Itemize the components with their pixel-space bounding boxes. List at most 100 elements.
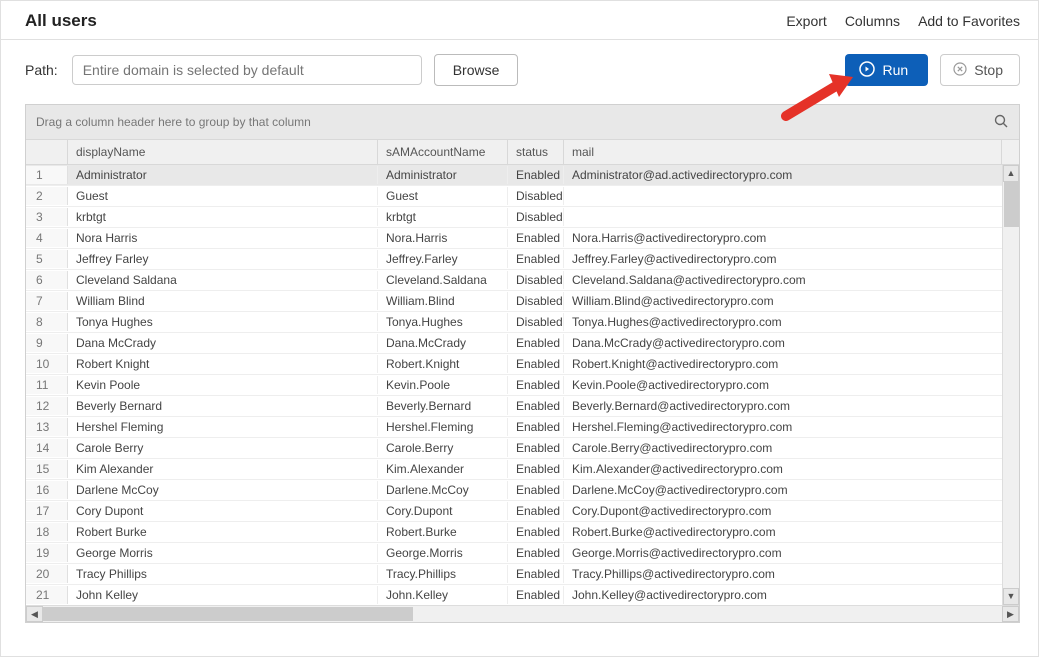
cell-displayname: Guest	[68, 187, 378, 205]
table-row[interactable]: 14Carole BerryCarole.BerryEnabledCarole.…	[26, 438, 1019, 459]
horizontal-scroll-thumb[interactable]	[43, 607, 413, 621]
cell-samaccountname: Kim.Alexander	[378, 460, 508, 478]
scroll-down-button[interactable]: ▼	[1003, 588, 1019, 605]
cell-displayname: Jeffrey Farley	[68, 250, 378, 268]
row-number: 20	[26, 565, 68, 583]
cell-displayname: Administrator	[68, 166, 378, 184]
export-link[interactable]: Export	[786, 13, 826, 29]
table-row[interactable]: 3krbtgtkrbtgtDisabled	[26, 207, 1019, 228]
row-number: 6	[26, 271, 68, 289]
cell-displayname: Kevin Poole	[68, 376, 378, 394]
cell-mail: Kevin.Poole@activedirectorypro.com	[564, 376, 1019, 394]
table-row[interactable]: 15Kim AlexanderKim.AlexanderEnabledKim.A…	[26, 459, 1019, 480]
table-row[interactable]: 2GuestGuestDisabled	[26, 186, 1019, 207]
cell-samaccountname: Nora.Harris	[378, 229, 508, 247]
table-row[interactable]: 10Robert KnightRobert.KnightEnabledRober…	[26, 354, 1019, 375]
col-header-status[interactable]: status	[508, 140, 564, 164]
cell-samaccountname: krbtgt	[378, 208, 508, 226]
cell-samaccountname: Jeffrey.Farley	[378, 250, 508, 268]
cell-mail: John.Kelley@activedirectorypro.com	[564, 586, 1019, 604]
triangle-left-icon: ◀	[31, 610, 38, 619]
cell-status: Enabled	[508, 355, 564, 373]
table-row[interactable]: 12Beverly BernardBeverly.BernardEnabledB…	[26, 396, 1019, 417]
cell-status: Enabled	[508, 418, 564, 436]
table-row[interactable]: 20Tracy PhillipsTracy.PhillipsEnabledTra…	[26, 564, 1019, 585]
add-favorites-link[interactable]: Add to Favorites	[918, 13, 1020, 29]
row-number: 12	[26, 397, 68, 415]
cell-samaccountname: George.Morris	[378, 544, 508, 562]
cell-samaccountname: Administrator	[378, 166, 508, 184]
row-number: 11	[26, 376, 68, 394]
cell-status: Disabled	[508, 271, 564, 289]
table-row[interactable]: 19George MorrisGeorge.MorrisEnabledGeorg…	[26, 543, 1019, 564]
vertical-scrollbar[interactable]: ▲ ▼	[1002, 165, 1019, 605]
col-header-displayname[interactable]: displayName	[68, 140, 378, 164]
row-number: 17	[26, 502, 68, 520]
cell-status: Disabled	[508, 313, 564, 331]
browse-button[interactable]: Browse	[434, 54, 519, 86]
cell-mail: Dana.McCrady@activedirectorypro.com	[564, 334, 1019, 352]
cell-samaccountname: Cleveland.Saldana	[378, 271, 508, 289]
cell-mail	[564, 215, 1019, 219]
path-label: Path:	[25, 62, 58, 78]
cell-displayname: Carole Berry	[68, 439, 378, 457]
cell-samaccountname: John.Kelley	[378, 586, 508, 604]
col-header-mail[interactable]: mail	[564, 140, 1002, 164]
cell-mail	[564, 194, 1019, 198]
run-button[interactable]: Run	[845, 54, 929, 86]
row-number: 7	[26, 292, 68, 310]
col-header-rownum[interactable]	[26, 140, 68, 164]
row-number: 16	[26, 481, 68, 499]
cell-mail: Nora.Harris@activedirectorypro.com	[564, 229, 1019, 247]
horizontal-scrollbar[interactable]: ◀ ▶	[26, 605, 1019, 622]
scroll-up-button[interactable]: ▲	[1003, 165, 1019, 182]
cell-displayname: Cory Dupont	[68, 502, 378, 520]
cell-samaccountname: Beverly.Bernard	[378, 397, 508, 415]
cell-samaccountname: Kevin.Poole	[378, 376, 508, 394]
cell-displayname: John Kelley	[68, 586, 378, 604]
group-by-bar[interactable]: Drag a column header here to group by th…	[26, 105, 1019, 139]
vertical-scroll-thumb[interactable]	[1004, 182, 1019, 227]
triangle-down-icon: ▼	[1007, 592, 1016, 601]
row-number: 3	[26, 208, 68, 226]
stop-button[interactable]: Stop	[940, 54, 1020, 86]
cell-samaccountname: Cory.Dupont	[378, 502, 508, 520]
row-number: 13	[26, 418, 68, 436]
col-header-scroll-gutter	[1002, 140, 1019, 164]
scroll-right-button[interactable]: ▶	[1002, 606, 1019, 622]
table-row[interactable]: 11Kevin PooleKevin.PooleEnabledKevin.Poo…	[26, 375, 1019, 396]
stop-label: Stop	[974, 62, 1003, 78]
cell-status: Enabled	[508, 376, 564, 394]
table-row[interactable]: 8Tonya HughesTonya.HughesDisabledTonya.H…	[26, 312, 1019, 333]
table-row[interactable]: 16Darlene McCoyDarlene.McCoyEnabledDarle…	[26, 480, 1019, 501]
cell-status: Enabled	[508, 439, 564, 457]
table-row[interactable]: 13Hershel FlemingHershel.FlemingEnabledH…	[26, 417, 1019, 438]
table-row[interactable]: 9Dana McCradyDana.McCradyEnabledDana.McC…	[26, 333, 1019, 354]
cell-displayname: Nora Harris	[68, 229, 378, 247]
cell-samaccountname: William.Blind	[378, 292, 508, 310]
table-row[interactable]: 17Cory DupontCory.DupontEnabledCory.Dupo…	[26, 501, 1019, 522]
cell-status: Enabled	[508, 544, 564, 562]
table-row[interactable]: 1AdministratorAdministratorEnabledAdmini…	[26, 165, 1019, 186]
path-input[interactable]	[72, 55, 422, 85]
cell-status: Disabled	[508, 187, 564, 205]
table-row[interactable]: 18Robert BurkeRobert.BurkeEnabledRobert.…	[26, 522, 1019, 543]
col-header-samaccountname[interactable]: sAMAccountName	[378, 140, 508, 164]
table-row[interactable]: 7William BlindWilliam.BlindDisabledWilli…	[26, 291, 1019, 312]
search-icon[interactable]	[993, 113, 1009, 132]
stop-circle-icon	[953, 62, 967, 79]
table-row[interactable]: 5Jeffrey FarleyJeffrey.FarleyEnabledJeff…	[26, 249, 1019, 270]
cell-samaccountname: Hershel.Fleming	[378, 418, 508, 436]
cell-status: Enabled	[508, 481, 564, 499]
table-row[interactable]: 4Nora HarrisNora.HarrisEnabledNora.Harri…	[26, 228, 1019, 249]
cell-mail: Jeffrey.Farley@activedirectorypro.com	[564, 250, 1019, 268]
columns-link[interactable]: Columns	[845, 13, 900, 29]
table-row[interactable]: 6Cleveland SaldanaCleveland.SaldanaDisab…	[26, 270, 1019, 291]
cell-status: Enabled	[508, 502, 564, 520]
scroll-left-button[interactable]: ◀	[26, 606, 43, 622]
table-row[interactable]: 21John KelleyJohn.KelleyEnabledJohn.Kell…	[26, 585, 1019, 605]
header-bar: All users Export Columns Add to Favorite…	[1, 1, 1038, 40]
group-hint: Drag a column header here to group by th…	[36, 115, 311, 129]
row-number: 9	[26, 334, 68, 352]
cell-status: Enabled	[508, 565, 564, 583]
